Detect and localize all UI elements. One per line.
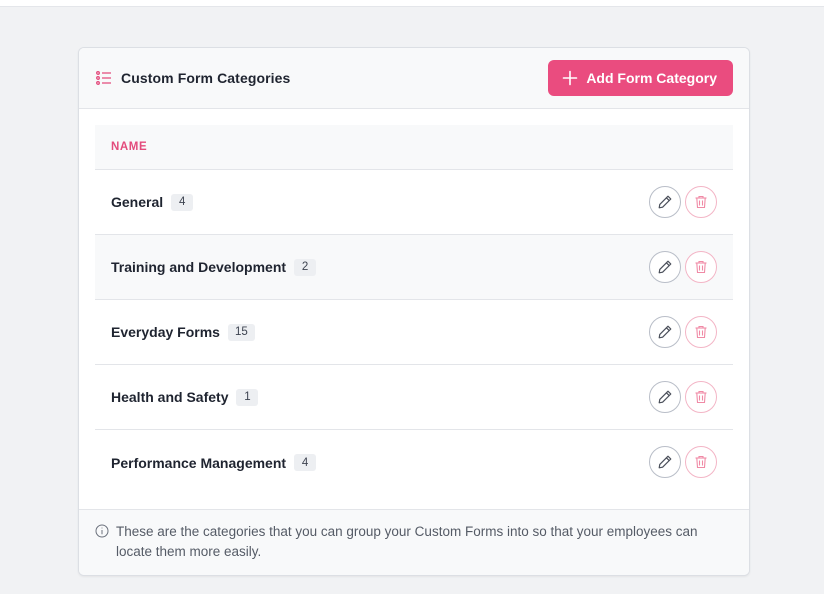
trash-icon [695,455,707,469]
table-row: Performance Management 4 [95,430,733,495]
trash-icon [695,195,707,209]
category-count-badge: 4 [294,454,317,471]
categories-table: NAME General 4 Training and Development … [95,125,733,495]
info-icon [95,524,109,538]
category-name: Performance Management [111,454,287,471]
table-row: Health and Safety 1 [95,365,733,430]
delete-button[interactable] [685,381,717,413]
pencil-icon [658,390,672,404]
plus-icon [562,70,578,86]
category-name: Training and Development [111,259,287,275]
category-count-badge: 4 [171,193,194,211]
card-footer: These are the categories that you can gr… [79,509,749,575]
category-name: Health and Safety [111,389,229,405]
add-button-label: Add Form Category [586,70,717,86]
edit-button[interactable] [649,316,681,348]
info-text: These are the categories that you can gr… [116,524,698,559]
table-row: General 4 [95,170,733,235]
pencil-icon [658,260,672,274]
table-row: Everyday Forms 15 [95,300,733,365]
card-header: Custom Form Categories Add Form Category [79,48,749,109]
top-bar [0,0,824,7]
delete-button[interactable] [685,186,717,218]
category-count-badge: 2 [294,258,317,276]
pencil-icon [658,455,672,469]
edit-button[interactable] [649,381,681,413]
edit-button[interactable] [649,446,681,478]
table-row: Training and Development 2 [95,235,733,300]
row-actions [649,186,717,218]
delete-button[interactable] [685,446,717,478]
column-header-name: NAME [111,141,148,153]
row-actions [649,381,717,413]
add-form-category-button[interactable]: Add Form Category [548,60,733,96]
list-icon [95,69,113,87]
category-count-badge: 15 [227,323,255,341]
category-name: General [111,194,164,210]
trash-icon [695,325,707,339]
table-header: NAME [95,125,733,170]
trash-icon [695,390,707,404]
row-actions [649,316,717,348]
edit-button[interactable] [649,186,681,218]
pencil-icon [658,195,672,209]
delete-button[interactable] [685,316,717,348]
pencil-icon [658,325,672,339]
edit-button[interactable] [649,251,681,283]
page-title: Custom Form Categories [121,70,291,86]
trash-icon [695,260,707,274]
categories-card: Custom Form Categories Add Form Category… [78,47,750,576]
category-name: Everyday Forms [111,324,220,340]
row-actions [649,446,717,478]
category-count-badge: 1 [236,388,259,406]
delete-button[interactable] [685,251,717,283]
row-actions [649,251,717,283]
